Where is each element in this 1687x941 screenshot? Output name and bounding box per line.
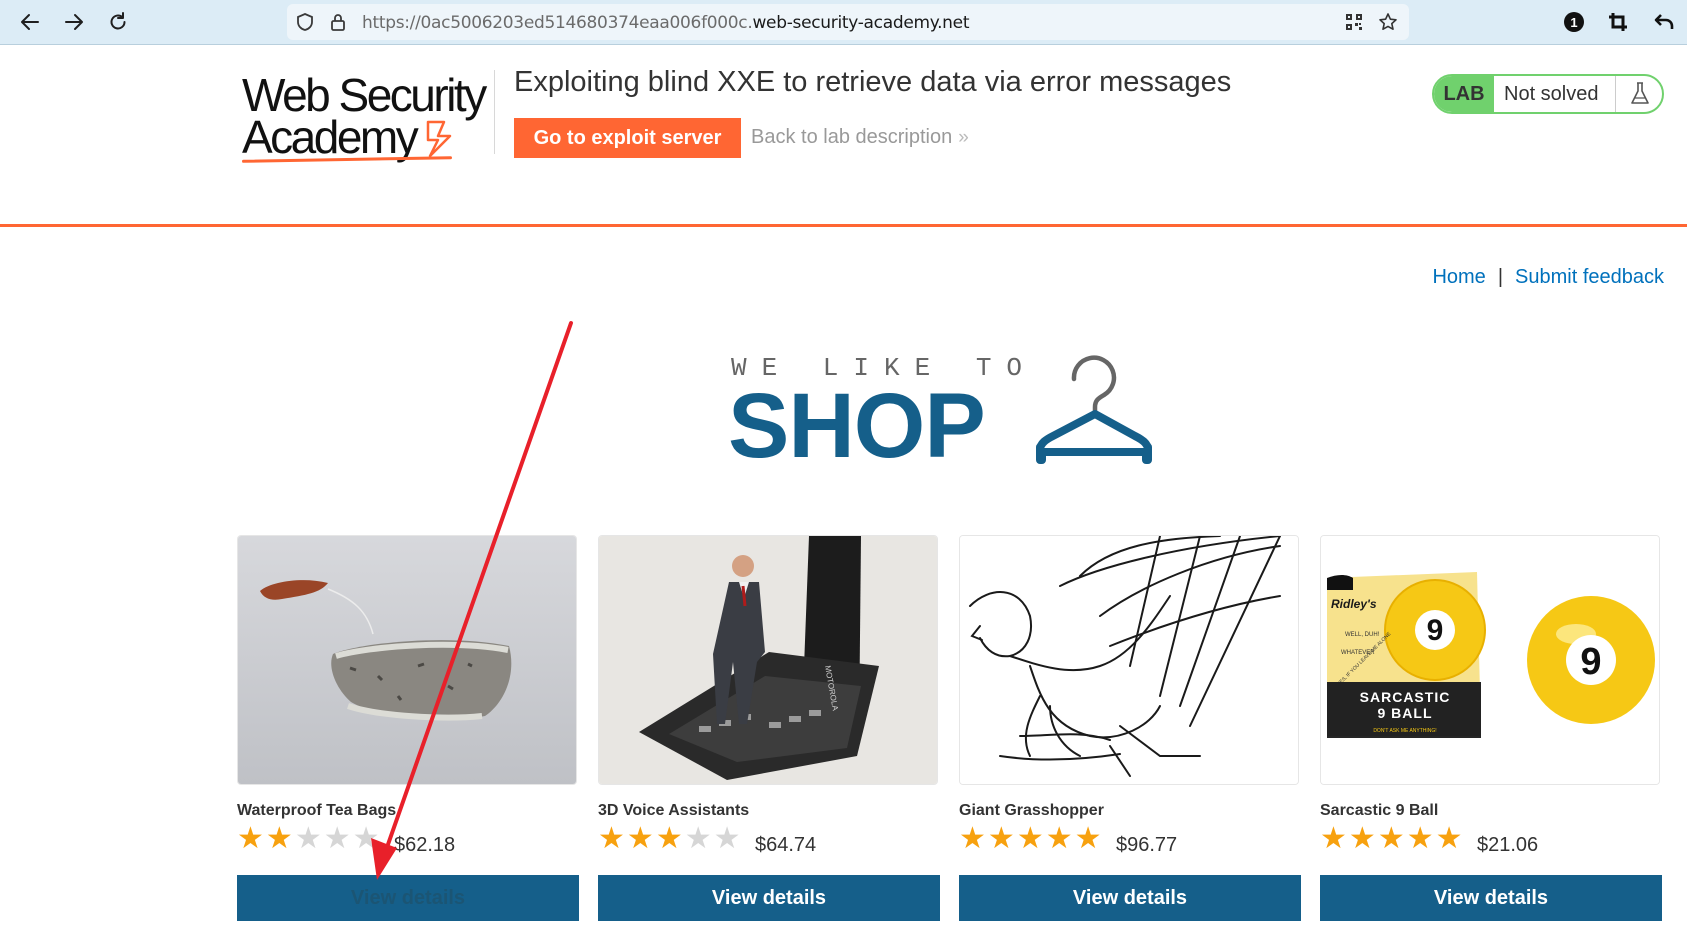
star-filled-icon: ★ bbox=[1045, 821, 1073, 856]
product-price: $96.77 bbox=[1116, 834, 1178, 856]
nav-separator: | bbox=[1497, 266, 1504, 288]
view-details-button[interactable]: View details bbox=[237, 875, 579, 921]
product-price: $62.18 bbox=[394, 834, 456, 856]
product-price: $21.06 bbox=[1477, 834, 1539, 856]
svg-text:9 BALL: 9 BALL bbox=[1378, 705, 1433, 721]
lab-state: Not solved bbox=[1504, 83, 1599, 105]
rating-stars: ★★★★★ bbox=[1320, 824, 1465, 854]
product-image-grasshopper-sketch[interactable] bbox=[959, 535, 1299, 785]
star-filled-icon: ★ bbox=[1016, 821, 1044, 856]
product-name: 3D Voice Assistants bbox=[598, 802, 750, 819]
star-empty-icon: ★ bbox=[684, 821, 712, 856]
svg-text:DON'T ASK ME ANYTHING!: DON'T ASK ME ANYTHING! bbox=[1373, 728, 1436, 734]
forward-arrow-icon[interactable] bbox=[60, 8, 88, 36]
lab-status-widget: LAB Not solved bbox=[1432, 74, 1664, 114]
hero-title: SHOP bbox=[728, 375, 986, 477]
star-filled-icon: ★ bbox=[237, 821, 264, 856]
star-filled-icon: ★ bbox=[1435, 821, 1463, 856]
shield-icon[interactable] bbox=[294, 11, 316, 33]
star-filled-icon: ★ bbox=[1320, 821, 1347, 856]
star-filled-icon: ★ bbox=[626, 821, 654, 856]
lab-badge: LAB bbox=[1434, 76, 1494, 112]
svg-text:Ridley's: Ridley's bbox=[1331, 597, 1377, 611]
product-image-nine-ball[interactable]: Ridley's 9 WELL, DUH! WHATEVER YES, IF Y… bbox=[1320, 535, 1660, 785]
back-arrow-icon[interactable] bbox=[16, 8, 44, 36]
svg-text:WELL, DUH!: WELL, DUH! bbox=[1345, 632, 1380, 638]
rating-stars: ★★★★★ bbox=[237, 824, 382, 854]
lock-icon[interactable] bbox=[327, 11, 349, 33]
logo-line-2: Academy bbox=[242, 111, 419, 163]
home-link[interactable]: Home bbox=[1432, 266, 1485, 288]
extension-badge-count: 1 bbox=[1570, 14, 1578, 30]
svg-text:9: 9 bbox=[1580, 641, 1601, 683]
star-empty-icon: ★ bbox=[352, 821, 380, 856]
product-image-figurine-phone[interactable]: MOTOROLA bbox=[598, 535, 938, 785]
qr-code-icon[interactable] bbox=[1343, 11, 1365, 33]
star-filled-icon: ★ bbox=[265, 821, 293, 856]
url-text[interactable]: https://0ac5006203ed514680374eaa006f000c… bbox=[362, 13, 969, 33]
extension-badge-icon[interactable]: 1 bbox=[1560, 8, 1588, 36]
header-rule bbox=[0, 224, 1687, 227]
svg-text:SARCASTIC: SARCASTIC bbox=[1360, 689, 1451, 705]
go-to-exploit-server-button[interactable]: Go to exploit server bbox=[514, 118, 741, 158]
top-nav: Home | Submit feedback bbox=[1432, 266, 1664, 289]
star-filled-icon: ★ bbox=[1074, 821, 1102, 856]
lab-title: Exploiting blind XXE to retrieve data vi… bbox=[514, 66, 1232, 98]
flask-icon bbox=[1615, 76, 1662, 112]
svg-text:9: 9 bbox=[1427, 614, 1444, 647]
web-security-academy-logo[interactable]: Web Security Academy bbox=[236, 66, 492, 166]
star-filled-icon: ★ bbox=[598, 821, 625, 856]
hanger-icon bbox=[1036, 355, 1152, 464]
rating-stars: ★★★★★ bbox=[598, 824, 743, 854]
view-details-button[interactable]: View details bbox=[1320, 875, 1662, 921]
product-name: Sarcastic 9 Ball bbox=[1320, 802, 1439, 819]
crop-icon[interactable] bbox=[1604, 8, 1632, 36]
header-divider bbox=[494, 70, 495, 154]
submit-feedback-link[interactable]: Submit feedback bbox=[1515, 266, 1664, 288]
star-filled-icon: ★ bbox=[959, 821, 986, 856]
star-empty-icon: ★ bbox=[713, 821, 741, 856]
rating-stars: ★★★★★ bbox=[959, 824, 1104, 854]
back-link-label: Back to lab description bbox=[751, 126, 953, 148]
back-to-lab-description-link[interactable]: Back to lab description» bbox=[751, 126, 969, 149]
star-filled-icon: ★ bbox=[1348, 821, 1376, 856]
star-icon[interactable] bbox=[1377, 11, 1399, 33]
star-filled-icon: ★ bbox=[655, 821, 683, 856]
product-price: $64.74 bbox=[755, 834, 817, 856]
star-filled-icon: ★ bbox=[1377, 821, 1405, 856]
star-filled-icon: ★ bbox=[987, 821, 1015, 856]
address-bar[interactable]: https://0ac5006203ed514680374eaa006f000c… bbox=[287, 4, 1409, 40]
undo-icon[interactable] bbox=[1650, 8, 1678, 36]
reload-icon[interactable] bbox=[104, 8, 132, 36]
star-empty-icon: ★ bbox=[294, 821, 322, 856]
logo-bolt-icon bbox=[426, 120, 452, 158]
double-chevron-icon: » bbox=[958, 127, 969, 148]
star-filled-icon: ★ bbox=[1406, 821, 1434, 856]
product-name: Giant Grasshopper bbox=[959, 802, 1104, 819]
browser-toolbar: https://0ac5006203ed514680374eaa006f000c… bbox=[0, 0, 1687, 45]
view-details-button[interactable]: View details bbox=[598, 875, 940, 921]
star-empty-icon: ★ bbox=[323, 821, 351, 856]
product-image-tea-bag[interactable] bbox=[237, 535, 577, 785]
product-name: Waterproof Tea Bags bbox=[237, 802, 397, 819]
view-details-button[interactable]: View details bbox=[959, 875, 1301, 921]
